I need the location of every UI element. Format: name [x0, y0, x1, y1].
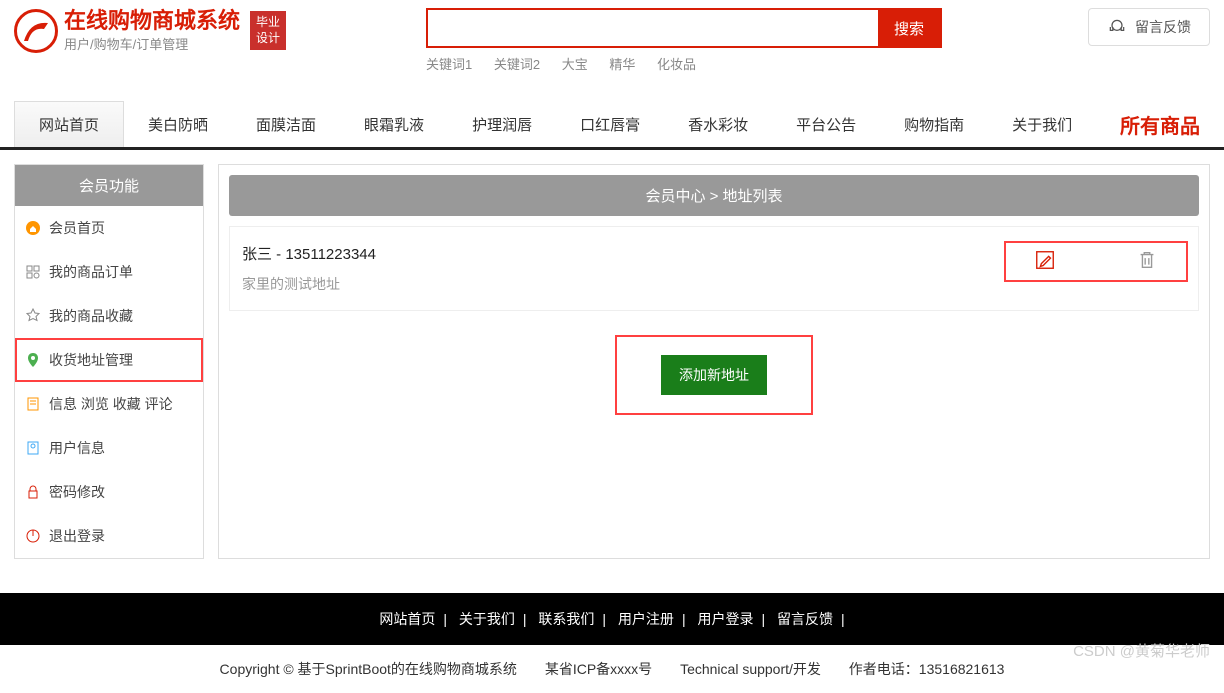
sidebar-item-label: 密码修改 — [49, 482, 105, 502]
footer-copyright: Copyright © 基于SprintBoot的在线购物商城系统 某省ICP备… — [0, 645, 1224, 693]
logo-icon — [14, 9, 58, 53]
sidebar-item-address[interactable]: 收货地址管理 — [15, 338, 203, 382]
address-name-phone: 张三 - 13511223344 — [242, 243, 1006, 264]
support-text: Technical support/开发 — [680, 661, 821, 677]
address-detail: 家里的测试地址 — [242, 274, 1006, 294]
badge-graduation: 毕业设计 — [250, 11, 286, 50]
nav-item[interactable]: 平台公告 — [772, 102, 880, 147]
copyright-text: Copyright © 基于SprintBoot的在线购物商城系统 — [220, 661, 517, 677]
nav-item[interactable]: 护理润唇 — [448, 102, 556, 147]
keyword-link[interactable]: 化妆品 — [657, 57, 696, 72]
sidebar-item-home[interactable]: 会员首页 — [15, 206, 203, 250]
search-button[interactable]: 搜索 — [878, 10, 940, 46]
delete-icon[interactable] — [1136, 249, 1158, 274]
content-area: 会员中心 > 地址列表 张三 - 13511223344 家里的测试地址 添加新… — [218, 164, 1210, 559]
sidebar-item-user[interactable]: 用户信息 — [15, 426, 203, 470]
search-box: 搜索 — [426, 8, 942, 48]
sidebar-item-label: 我的商品收藏 — [49, 306, 133, 326]
add-address-button[interactable]: 添加新地址 — [661, 355, 767, 395]
sidebar-item-info[interactable]: 信息 浏览 收藏 评论 — [15, 382, 203, 426]
location-icon — [25, 352, 41, 368]
footer-link[interactable]: 网站首页 — [379, 611, 435, 627]
icp-text: 某省ICP备xxxx号 — [545, 661, 652, 677]
nav-item[interactable]: 香水彩妆 — [664, 102, 772, 147]
nav-home[interactable]: 网站首页 — [14, 101, 124, 147]
logo-area: 在线购物商城系统 用户/购物车/订单管理 毕业设计 — [14, 8, 286, 53]
headset-icon — [1107, 17, 1127, 37]
edit-icon[interactable] — [1034, 249, 1056, 274]
site-subtitle: 用户/购物车/订单管理 — [64, 34, 240, 53]
sidebar-item-orders[interactable]: 我的商品订单 — [15, 250, 203, 294]
nav-item[interactable]: 眼霜乳液 — [340, 102, 448, 147]
footer-link[interactable]: 联系我们 — [538, 611, 594, 627]
footer-link[interactable]: 关于我们 — [459, 611, 515, 627]
address-card: 张三 - 13511223344 家里的测试地址 — [229, 226, 1199, 311]
lock-icon — [25, 484, 41, 500]
sidebar-item-label: 退出登录 — [49, 526, 105, 546]
nav-item[interactable]: 面膜洁面 — [232, 102, 340, 147]
star-icon — [25, 308, 41, 324]
sidebar-item-label: 信息 浏览 收藏 评论 — [49, 394, 173, 414]
author-text: 作者电话：13516821613 — [849, 661, 1005, 677]
search-input[interactable] — [428, 10, 878, 46]
feedback-label: 留言反馈 — [1135, 17, 1191, 37]
feedback-button[interactable]: 留言反馈 — [1088, 8, 1210, 46]
footer-link[interactable]: 用户注册 — [618, 611, 674, 627]
footer-link[interactable]: 留言反馈 — [777, 611, 833, 627]
nav-item[interactable]: 美白防晒 — [124, 102, 232, 147]
sidebar-item-logout[interactable]: 退出登录 — [15, 514, 203, 558]
sidebar-item-label: 我的商品订单 — [49, 262, 133, 282]
site-title: 在线购物商城系统 — [64, 8, 240, 34]
sidebar: 会员功能 会员首页 我的商品订单 我的商品收藏 收货地址管理 信息 浏览 收藏 … — [14, 164, 204, 559]
power-icon — [25, 528, 41, 544]
nav-item[interactable]: 购物指南 — [880, 102, 988, 147]
address-actions — [1006, 243, 1186, 280]
sidebar-item-label: 收货地址管理 — [49, 350, 133, 370]
nav-bar: 网站首页 美白防晒 面膜洁面 眼霜乳液 护理润唇 口红唇膏 香水彩妆 平台公告 … — [0, 101, 1224, 150]
nav-item[interactable]: 口红唇膏 — [556, 102, 664, 147]
nav-all-products[interactable]: 所有商品 — [1120, 110, 1210, 139]
keyword-link[interactable]: 精华 — [609, 57, 635, 72]
nav-item[interactable]: 关于我们 — [988, 102, 1096, 147]
keyword-link[interactable]: 大宝 — [562, 57, 588, 72]
watermark: CSDN @黄菊华老师 — [1073, 640, 1210, 661]
sidebar-item-favorites[interactable]: 我的商品收藏 — [15, 294, 203, 338]
keyword-hints: 关键词1 关键词2 大宝 精华 化妆品 — [426, 54, 942, 73]
sidebar-item-password[interactable]: 密码修改 — [15, 470, 203, 514]
grid-icon — [25, 264, 41, 280]
home-icon — [25, 220, 41, 236]
breadcrumb: 会员中心 > 地址列表 — [229, 175, 1199, 216]
sidebar-item-label: 用户信息 — [49, 438, 105, 458]
footer-link[interactable]: 用户登录 — [697, 611, 753, 627]
keyword-link[interactable]: 关键词1 — [426, 57, 472, 72]
doc-icon — [25, 396, 41, 412]
keyword-link[interactable]: 关键词2 — [494, 57, 540, 72]
sidebar-item-label: 会员首页 — [49, 218, 105, 238]
sidebar-title: 会员功能 — [15, 165, 203, 206]
user-icon — [25, 440, 41, 456]
footer-links: 网站首页| 关于我们| 联系我们| 用户注册| 用户登录| 留言反馈| — [0, 593, 1224, 645]
